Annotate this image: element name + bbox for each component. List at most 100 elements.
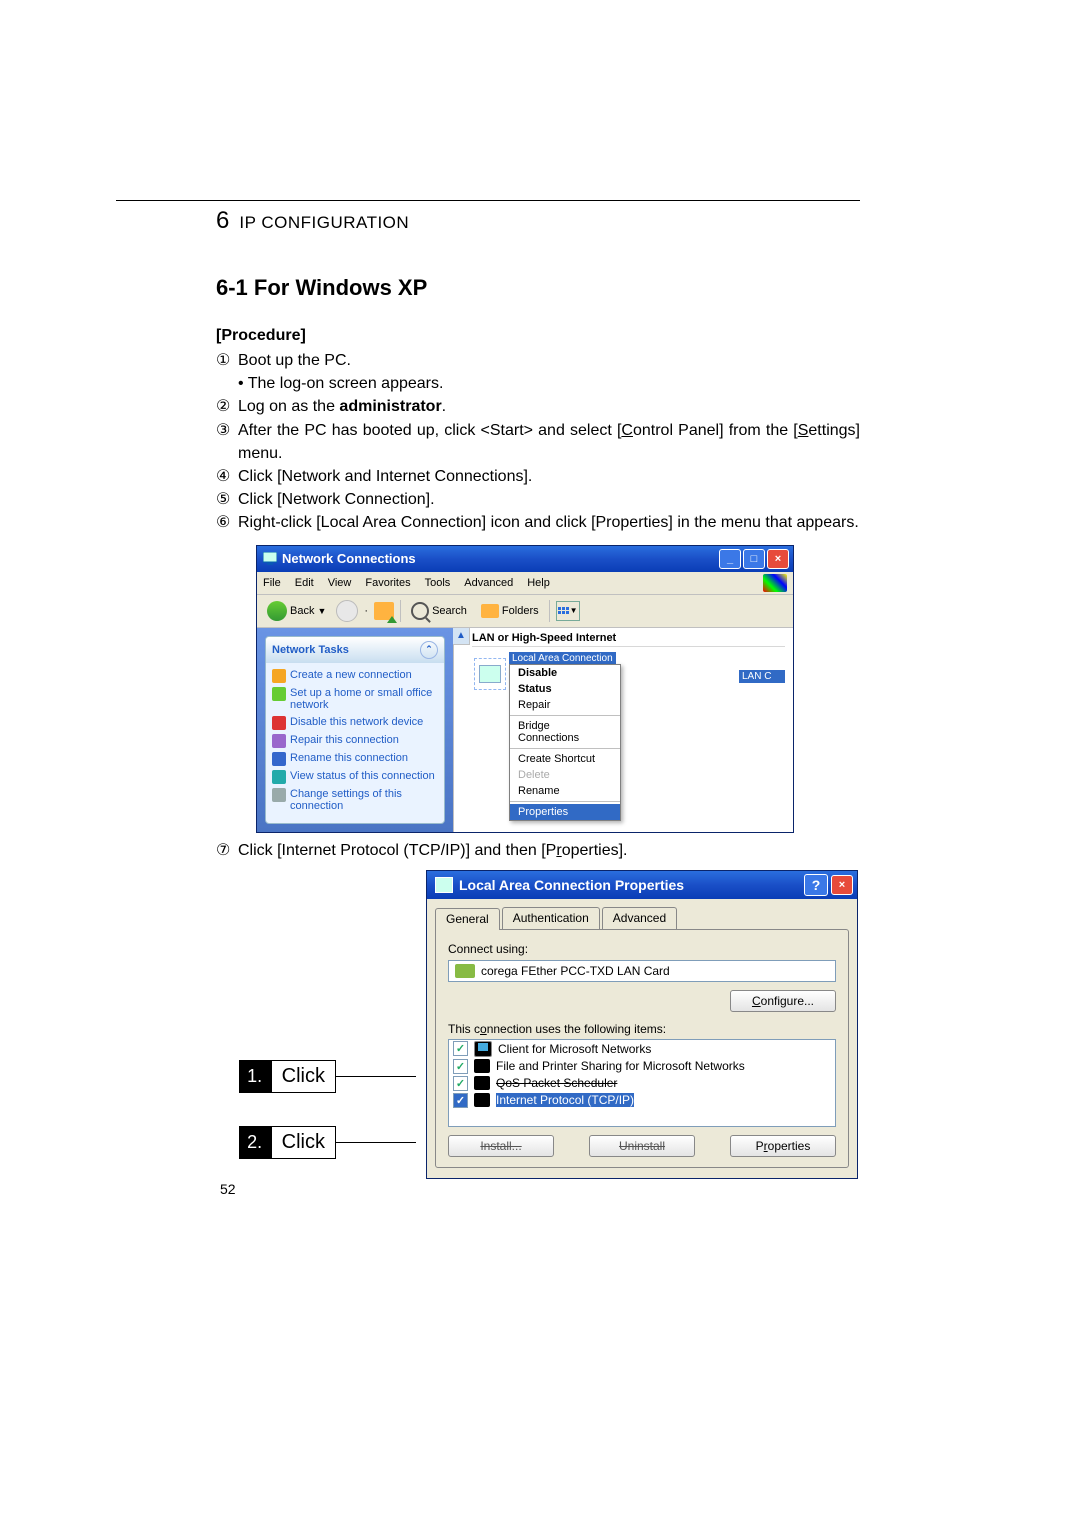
scroll-up-icon[interactable]: ▲ [453,628,470,645]
screenshot-network-connections: Network Connections _ □ × File Edit View… [256,545,794,833]
ctx-rename[interactable]: Rename [510,783,620,799]
task-icon [272,770,286,784]
task-setup[interactable]: Set up a home or small office network [272,685,438,714]
menu-favorites[interactable]: Favorites [365,577,410,589]
printer-icon [474,1059,490,1073]
configure-button[interactable]: Configure... [730,990,836,1012]
task-icon [272,687,286,701]
step-1-sub: • The log-on screen appears. [238,372,860,395]
main-area: ▲ LAN or High-Speed Internet Local Area … [453,628,793,832]
folders-button[interactable]: Folders [477,602,543,620]
chapter-number: 6 [216,207,229,235]
steps-block: ①Boot up the PC. • The log-on screen app… [216,349,860,535]
ctx-status[interactable]: Status [510,681,620,697]
dialog-titlebar[interactable]: Local Area Connection Properties ? × [427,871,857,899]
ctx-repair[interactable]: Repair [510,697,620,713]
forward-button[interactable] [336,600,358,622]
ctx-bridge[interactable]: Bridge Connections [510,718,620,746]
help-button[interactable]: ? [804,874,828,896]
item-fileprint[interactable]: ✓ File and Printer Sharing for Microsoft… [449,1058,835,1075]
back-icon [267,601,287,621]
group-header: LAN or High-Speed Internet [472,632,785,644]
scheduler-icon [474,1076,490,1090]
task-status[interactable]: View status of this connection [272,768,438,786]
task-icon [272,734,286,748]
section-title: 6-1 For Windows XP [216,275,860,301]
step-5: Click [Network Connection]. [238,488,860,511]
uninstall-button[interactable]: Uninstall [589,1135,695,1157]
task-icon [272,716,286,730]
chapter-header: 6 IP CONFIGURATION [116,200,860,235]
network-icon [263,552,277,566]
step-6: Right-click [Local Area Connection] icon… [238,511,860,534]
ctx-shortcut[interactable]: Create Shortcut [510,751,620,767]
step-4: Click [Network and Internet Connections]… [238,465,860,488]
dialog-title: Local Area Connection Properties [459,877,804,893]
step-7: Click [Internet Protocol (TCP/IP)] and t… [238,839,860,862]
tab-general[interactable]: General [435,908,500,930]
ctx-properties[interactable]: Properties [510,804,620,820]
monitor-icon [474,1041,492,1057]
tab-advanced[interactable]: Advanced [602,907,677,929]
task-repair[interactable]: Repair this connection [272,732,438,750]
items-list: ✓ Client for Microsoft Networks ✓ File a… [448,1039,836,1127]
task-rename[interactable]: Rename this connection [272,750,438,768]
items-label: This connection uses the following items… [448,1022,836,1036]
item-tcpip[interactable]: ✓ Internet Protocol (TCP/IP) [449,1092,835,1109]
search-button[interactable]: Search [407,600,471,622]
lan-connection-icon[interactable] [474,658,506,690]
search-icon [411,602,429,620]
tab-panel: Connect using: corega FEther PCC-TXD LAN… [435,929,849,1168]
menu-help[interactable]: Help [527,577,550,589]
tab-authentication[interactable]: Authentication [502,907,600,929]
dialog-icon [435,877,453,893]
task-create[interactable]: Create a new connection [272,667,438,685]
callout-1: 1. Click [239,1060,336,1093]
adapter-icon [455,964,475,978]
item-qos[interactable]: ✓ QoS Packet Scheduler [449,1075,835,1092]
connect-using-label: Connect using: [448,942,836,956]
context-menu: Disable Status Repair Bridge Connections… [509,664,621,821]
step-3: After the PC has booted up, click <Start… [238,419,860,465]
steps-block-2: ⑦Click [Internet Protocol (TCP/IP)] and … [216,839,860,862]
collapse-icon[interactable]: ⌃ [420,641,438,659]
task-icon [272,752,286,766]
checkbox[interactable]: ✓ [453,1041,468,1056]
chapter-title: IP CONFIGURATION [239,213,409,233]
menu-view[interactable]: View [328,577,352,589]
procedure-label: [Procedure] [216,327,860,345]
close-button[interactable]: × [831,875,853,895]
task-disable[interactable]: Disable this network device [272,714,438,732]
install-button[interactable]: Install... [448,1135,554,1157]
maximize-button[interactable]: □ [743,549,765,569]
item-client[interactable]: ✓ Client for Microsoft Networks [449,1040,835,1058]
up-button[interactable] [374,602,394,620]
menu-edit[interactable]: Edit [295,577,314,589]
callout-2: 2. Click [239,1126,336,1159]
task-icon [272,669,286,683]
views-button[interactable]: ▼ [556,601,580,621]
checkbox[interactable]: ✓ [453,1093,468,1108]
menubar: File Edit View Favorites Tools Advanced … [257,572,793,595]
menu-advanced[interactable]: Advanced [464,577,513,589]
menu-tools[interactable]: Tools [425,577,451,589]
ctx-disable[interactable]: Disable [510,665,620,681]
lan-c-label: LAN C [739,670,785,683]
window-title: Network Connections [282,551,719,566]
close-button[interactable]: × [767,549,789,569]
folders-icon [481,604,499,618]
checkbox[interactable]: ✓ [453,1076,468,1091]
minimize-button[interactable]: _ [719,549,741,569]
windows-logo-icon [763,574,787,592]
adapter-name: corega FEther PCC-TXD LAN Card [481,964,670,978]
page-number: 52 [220,1181,860,1197]
tasks-panel-header[interactable]: Network Tasks ⌃ [266,637,444,663]
task-change[interactable]: Change settings of this connection [272,786,438,815]
ctx-delete: Delete [510,767,620,783]
menu-file[interactable]: File [263,577,281,589]
properties-button[interactable]: Properties [730,1135,836,1157]
checkbox[interactable]: ✓ [453,1059,468,1074]
tcp-icon [474,1093,490,1107]
window-titlebar[interactable]: Network Connections _ □ × [257,546,793,572]
back-button[interactable]: Back ▼ [263,599,330,623]
